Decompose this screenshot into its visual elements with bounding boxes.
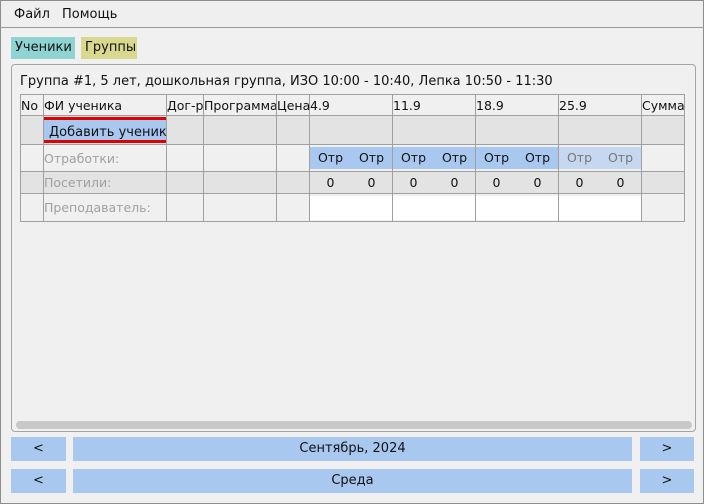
prev-day-button[interactable]: < — [11, 469, 66, 493]
month-label[interactable]: Сентябрь, 2024 — [73, 437, 632, 461]
prev-month-button[interactable]: < — [11, 437, 66, 461]
next-day-button[interactable]: > — [640, 469, 694, 493]
visited-count: 0 — [492, 175, 501, 190]
visited-count: 0 — [575, 175, 584, 190]
col-date: 25.9 — [558, 94, 642, 116]
makeup-button[interactable]: Отр — [393, 147, 434, 169]
col-program: Программа — [203, 94, 277, 116]
menu-bar: Файл Помощь — [1, 1, 703, 28]
teacher-input[interactable] — [600, 195, 641, 220]
col-sum: Сумма — [641, 94, 685, 116]
makeup-button[interactable]: Отр — [600, 147, 641, 169]
col-date: 18.9 — [475, 94, 559, 116]
menu-help[interactable]: Помощь — [62, 7, 117, 22]
makeups-row: Отработки: Отр Отр Отр Отр Отр Отр Отр Отр — [20, 144, 685, 172]
visited-count: 0 — [367, 175, 376, 190]
teacher-input[interactable] — [476, 195, 517, 220]
makeup-button[interactable]: Отр — [310, 147, 351, 169]
horizontal-scrollbar[interactable] — [16, 421, 692, 429]
visited-count: 0 — [533, 175, 542, 190]
makeup-button[interactable]: Отр — [351, 147, 392, 169]
teacher-label: Преподаватель: — [43, 193, 167, 222]
group-title: Группа #1, 5 лет, дошкольная группа, ИЗО… — [20, 74, 553, 89]
visited-label: Посетили: — [43, 171, 167, 194]
table-header-row: No ФИ ученика Дог-р Программа Цена 4.9 1… — [20, 94, 685, 116]
tab-students[interactable]: Ученики — [11, 37, 75, 59]
day-label[interactable]: Среда — [73, 469, 632, 493]
tab-groups[interactable]: Группы — [81, 37, 137, 59]
makeup-button[interactable]: Отр — [434, 147, 475, 169]
visited-count: 0 — [326, 175, 335, 190]
attendance-table: No ФИ ученика Дог-р Программа Цена 4.9 1… — [20, 94, 685, 222]
add-student-button[interactable]: Добавить ученика — [44, 117, 166, 143]
app-window: Файл Помощь Ученики Группы Группа #1, 5 … — [0, 0, 704, 504]
menu-file[interactable]: Файл — [14, 7, 50, 22]
next-month-button[interactable]: > — [640, 437, 694, 461]
teacher-input[interactable] — [351, 195, 392, 220]
col-contract: Дог-р — [166, 94, 204, 116]
visited-count: 0 — [409, 175, 418, 190]
makeups-label: Отработки: — [43, 144, 167, 172]
visited-row: Посетили: 0 0 0 0 0 0 0 0 — [20, 171, 685, 194]
col-date: 4.9 — [309, 94, 393, 116]
teacher-input[interactable] — [434, 195, 475, 220]
group-panel: Группа #1, 5 лет, дошкольная группа, ИЗО… — [11, 64, 696, 432]
add-student-row: Добавить ученика — [20, 115, 685, 145]
makeup-button[interactable]: Отр — [476, 147, 517, 169]
makeup-button[interactable]: Отр — [559, 147, 600, 169]
teacher-input[interactable] — [310, 195, 351, 220]
teacher-input[interactable] — [517, 195, 558, 220]
col-no: No — [20, 94, 44, 116]
col-date: 11.9 — [392, 94, 476, 116]
visited-count: 0 — [450, 175, 459, 190]
col-name: ФИ ученика — [43, 94, 167, 116]
col-price: Цена — [276, 94, 310, 116]
teacher-input[interactable] — [559, 195, 600, 220]
makeup-button[interactable]: Отр — [517, 147, 558, 169]
teacher-input[interactable] — [393, 195, 434, 220]
teacher-row: Преподаватель: — [20, 193, 685, 222]
visited-count: 0 — [616, 175, 625, 190]
